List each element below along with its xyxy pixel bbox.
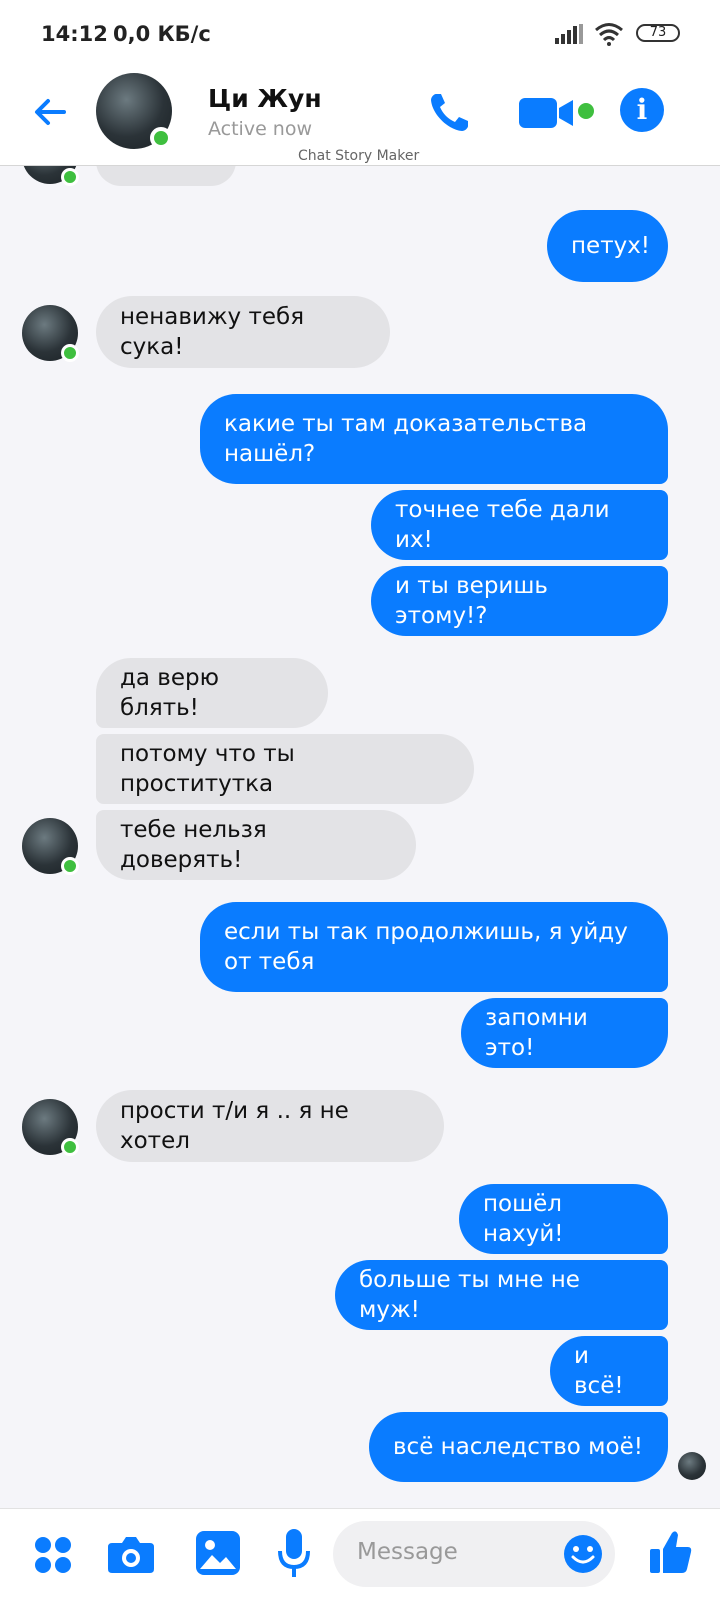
online-indicator — [61, 344, 79, 362]
arrow-left-icon[interactable] — [28, 90, 72, 134]
message-outgoing[interactable]: петух! — [547, 210, 668, 282]
message-outgoing[interactable]: какие ты там доказательства нашёл? — [200, 394, 668, 484]
message-outgoing[interactable]: больше ты мне не муж! — [335, 1260, 668, 1330]
message-outgoing[interactable]: если ты так продолжишь, я уйду от тебя — [200, 902, 668, 992]
thumbs-up-icon[interactable] — [650, 1529, 692, 1575]
message-incoming[interactable]: потому что ты проститутка — [96, 734, 474, 804]
composer-bar: Message — [0, 1508, 720, 1601]
contact-name[interactable]: Ци Жун — [208, 84, 322, 113]
message-incoming[interactable]: тебе нельзя доверять! — [96, 810, 416, 880]
message-outgoing[interactable]: точнее тебе дали их! — [371, 490, 668, 560]
info-icon[interactable]: i — [620, 88, 664, 132]
chat-header: Ци Жун Active now Chat Story Maker i — [0, 70, 720, 166]
watermark: Chat Story Maker — [298, 148, 420, 164]
message-list[interactable]: петух! ненавижу тебя сука! какие ты там … — [0, 166, 720, 1506]
online-indicator — [61, 857, 79, 875]
message-incoming[interactable]: ненавижу тебя сука! — [96, 296, 390, 368]
smile-icon[interactable] — [563, 1534, 603, 1574]
signal-icon — [555, 24, 583, 44]
status-network-speed: 0,0 КБ/с — [113, 22, 211, 46]
message-input[interactable]: Message — [333, 1521, 615, 1587]
online-indicator — [61, 1138, 79, 1156]
microphone-icon[interactable] — [276, 1529, 312, 1579]
video-camera-icon[interactable] — [519, 94, 577, 132]
message-outgoing[interactable]: и ты веришь этому!? — [371, 566, 668, 636]
message-incoming[interactable]: да верю блять! — [96, 658, 328, 728]
wifi-icon — [595, 23, 623, 46]
phone-icon[interactable] — [426, 88, 474, 136]
status-time: 14:12 — [41, 22, 108, 46]
online-indicator — [150, 127, 172, 149]
video-online-indicator — [578, 103, 594, 119]
message-placeholder: Message — [357, 1539, 458, 1565]
camera-icon[interactable] — [108, 1533, 154, 1575]
battery-icon: 73 — [636, 24, 680, 42]
message-outgoing[interactable]: запомни это! — [461, 998, 668, 1068]
battery-level: 73 — [649, 25, 667, 40]
four-dots-icon[interactable] — [33, 1535, 73, 1575]
contact-status: Active now — [208, 118, 313, 140]
online-indicator — [61, 168, 79, 186]
message-bubble-partial — [96, 166, 236, 186]
image-icon[interactable] — [196, 1531, 240, 1575]
message-incoming[interactable]: прости т/и я .. я не хотел — [96, 1090, 444, 1162]
message-outgoing[interactable]: и всё! — [550, 1336, 668, 1406]
seen-receipt-avatar — [678, 1452, 706, 1480]
status-bar: 14:12 0,0 КБ/с 73 — [0, 0, 720, 70]
message-outgoing[interactable]: всё наследство моё! — [369, 1412, 668, 1482]
message-outgoing[interactable]: пошёл нахуй! — [459, 1184, 668, 1254]
